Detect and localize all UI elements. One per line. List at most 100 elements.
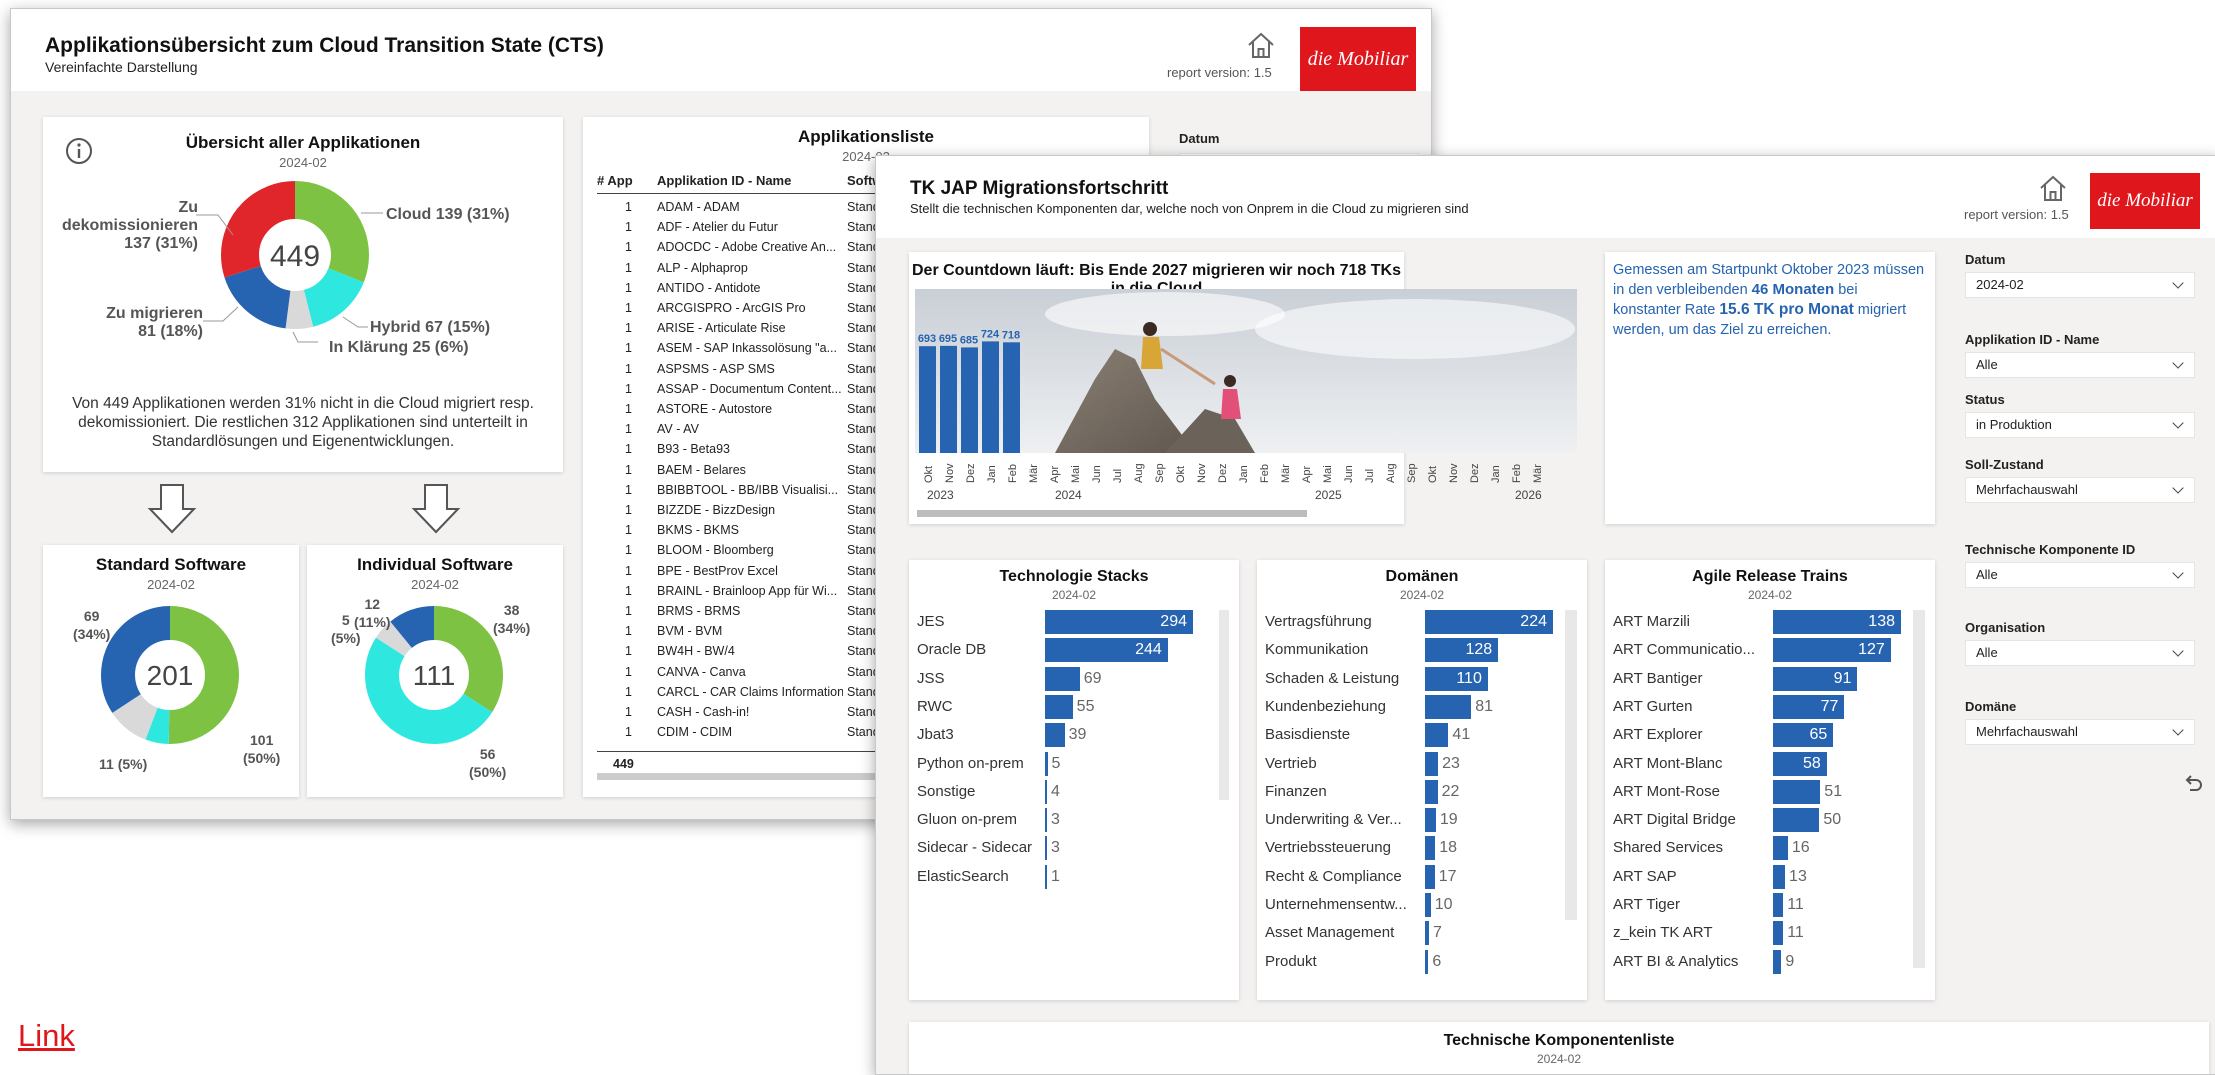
cell-app-name: B93 - Beta93	[657, 442, 730, 457]
bar[interactable]	[1773, 893, 1784, 917]
month-tick-label: Nov	[944, 463, 956, 483]
cell-app-count: 1	[625, 503, 632, 517]
bar[interactable]	[1045, 694, 1073, 719]
bar[interactable]	[1773, 808, 1820, 833]
bar-value-label: 6	[1432, 952, 1442, 970]
bar-category-label: Vertriebssteuerung	[1265, 839, 1391, 857]
domains-card: Domänen 2024-02 Vertragsführung 224 Kommun…	[1257, 560, 1587, 1000]
bar-category-label: ART Gurten	[1613, 697, 1693, 715]
bar[interactable]	[1045, 751, 1048, 776]
vertical-scrollbar[interactable]	[1219, 610, 1229, 800]
month-tick-label: Nov	[1448, 463, 1460, 483]
bar[interactable]	[1045, 723, 1065, 748]
col-header-name[interactable]: Applikation ID - Name	[657, 173, 791, 188]
horizontal-scrollbar[interactable]	[917, 510, 1307, 517]
filter-label: Organisation	[1965, 620, 2046, 635]
filter-dropdown[interactable]: Mehrfachauswahl	[1965, 477, 2195, 503]
bar-category-label: Python on-prem	[917, 754, 1024, 772]
filter-dropdown[interactable]: in Produktion	[1965, 412, 2195, 438]
external-link[interactable]: Link	[18, 1018, 75, 1054]
bar[interactable]	[1045, 864, 1047, 889]
cell-app-name: ADF - Atelier du Futur	[657, 220, 778, 235]
cell-app-name: AV - AV	[657, 422, 699, 437]
bar[interactable]	[1773, 921, 1784, 946]
filter-dropdown[interactable]: Alle	[1965, 640, 2195, 666]
bar[interactable]	[1045, 836, 1047, 861]
month-tick-label: Apr	[1301, 465, 1313, 483]
filter-dropdown[interactable]: Mehrfachauswahl	[1965, 719, 2195, 745]
bar[interactable]	[1425, 751, 1439, 776]
report-version: report version: 1.5	[1167, 65, 1272, 80]
label-ind-green: 38 (34%)	[493, 602, 531, 636]
bar[interactable]	[1773, 836, 1788, 861]
label-ind-cyan: 56 (50%)	[469, 746, 507, 780]
cell-app-count: 1	[625, 664, 632, 679]
cell-app-name: ASSAP - Documentum Content...	[657, 381, 842, 396]
month-tick-label: Aug	[1385, 463, 1397, 483]
info-months: 46 Monaten	[1751, 281, 1835, 298]
month-tick-label: Dez	[965, 463, 977, 483]
bar-category-label: ART Digital Bridge	[1613, 811, 1736, 829]
bar-category-label: Jbat3	[917, 726, 954, 744]
bar-category-label: Gluon on-prem	[917, 811, 1018, 829]
label-migrieren: Zu migrieren 81 (18%)	[106, 305, 203, 340]
vertical-scrollbar[interactable]	[1565, 610, 1577, 920]
bar[interactable]	[1425, 836, 1436, 861]
countdown-bar	[961, 347, 978, 453]
bar-value-label: 294	[1160, 613, 1187, 630]
filter-dropdown[interactable]: 2024-02	[1965, 272, 2195, 298]
bar[interactable]	[1773, 779, 1821, 804]
vertical-scrollbar[interactable]	[1913, 610, 1925, 968]
cell-app-name: ADOCDC - Adobe Creative An...	[657, 240, 837, 255]
bar-category-label: Shared Services	[1613, 839, 1724, 857]
bar-category-label: ElasticSearch	[917, 867, 1009, 885]
bar-value-label: 17	[1438, 867, 1457, 885]
filter-label: Status	[1965, 392, 2005, 407]
cell-app-count: 1	[625, 220, 632, 235]
bar-category-label: Finanzen	[1265, 782, 1327, 800]
cell-app-count: 1	[625, 644, 632, 659]
home-icon[interactable]	[1246, 31, 1276, 59]
cell-app-count: 1	[625, 402, 632, 416]
bar-category-label: Recht & Compliance	[1265, 867, 1402, 885]
bar[interactable]	[1425, 949, 1429, 974]
cell-app-count: 1	[625, 442, 632, 457]
countdown-bar-label: 724	[981, 328, 1000, 340]
bar-value-label: 69	[1083, 669, 1102, 687]
bar[interactable]	[1045, 808, 1047, 833]
bar[interactable]	[1425, 893, 1431, 917]
info-text-card: Gemessen am Startpunkt Oktober 2023 müss…	[1605, 252, 1935, 524]
tech-stacks-card: Technologie Stacks 2024-02 JES 294 Oracle …	[909, 560, 1239, 1000]
month-tick-label: Feb	[1259, 464, 1271, 483]
cell-app-name: BIZZDE - BizzDesign	[657, 503, 776, 517]
bar[interactable]	[1425, 694, 1472, 719]
stacks-bar-chart: JES 294 Oracle DB 244 JSS 69 RWC 55 Jbat3 39 Pytho…	[909, 602, 1219, 889]
bar[interactable]	[1425, 723, 1449, 748]
standard-period: 2024-02	[147, 577, 195, 592]
filter-dropdown[interactable]: Alle	[1965, 562, 2195, 588]
bar-category-label: Schaden & Leistung	[1265, 669, 1400, 687]
bar[interactable]	[1773, 949, 1782, 974]
undo-icon[interactable]	[2182, 774, 2204, 796]
filter-label: Technische Komponente ID	[1965, 542, 2136, 557]
cell-app-count: 1	[625, 462, 632, 477]
col-header-app[interactable]: # App	[597, 173, 633, 188]
bar[interactable]	[1425, 921, 1429, 946]
countdown-bar	[919, 346, 936, 453]
bar[interactable]	[1045, 779, 1047, 804]
bar[interactable]	[1425, 864, 1435, 889]
bar[interactable]	[1045, 666, 1080, 691]
home-icon[interactable]	[2038, 174, 2068, 202]
bar[interactable]	[1425, 779, 1438, 804]
bar[interactable]	[1425, 808, 1436, 833]
cell-app-count: 1	[625, 422, 632, 437]
cell-app-count: 1	[625, 361, 632, 376]
bar[interactable]	[1773, 864, 1786, 889]
cell-app-name: BRAINL - Brainloop App für Wi...	[657, 583, 838, 598]
bar-value-label: 13	[1789, 867, 1807, 885]
cell-app-count: 1	[625, 240, 632, 255]
stacks-period: 2024-02	[1051, 588, 1097, 602]
applist-total: 449	[613, 757, 634, 771]
filter-dropdown[interactable]: Alle	[1965, 352, 2195, 378]
month-tick-label: Jan	[986, 465, 998, 483]
